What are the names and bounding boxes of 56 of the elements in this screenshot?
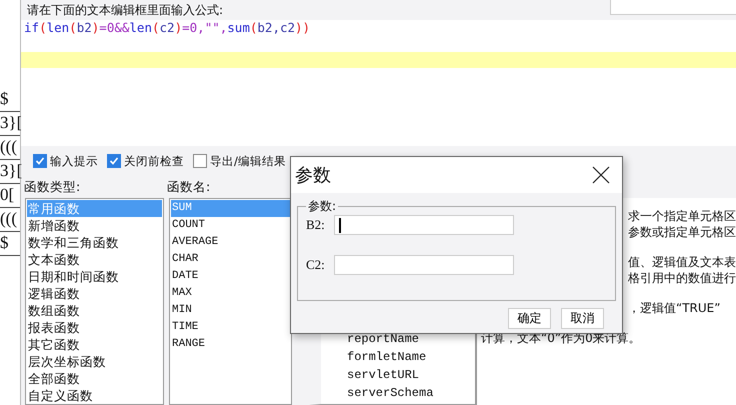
function-type-label: 函数类型: bbox=[24, 178, 82, 196]
tree-item[interactable]: formletName bbox=[347, 348, 475, 366]
description-text: 参数或指定单元格区 bbox=[628, 224, 736, 240]
function-type-item[interactable]: 自定义函数 bbox=[27, 387, 162, 404]
function-type-item[interactable]: 报表函数 bbox=[27, 319, 162, 336]
function-type-item[interactable]: 层次坐标函数 bbox=[27, 353, 162, 370]
function-type-item[interactable]: 其它函数 bbox=[27, 336, 162, 353]
sheet-cell: 3}[ bbox=[0, 160, 20, 184]
option-checkbox[interactable]: 输入提示 bbox=[33, 154, 98, 168]
input-field[interactable] bbox=[334, 255, 514, 275]
field-label: B2: bbox=[306, 217, 326, 233]
function-type-item[interactable]: 日期和时间函数 bbox=[27, 268, 162, 285]
function-name-item[interactable]: RANGE bbox=[171, 336, 290, 353]
function-name-item[interactable]: AVERAGE bbox=[171, 234, 290, 251]
dialog-title: 参数 bbox=[295, 164, 331, 187]
tree-item[interactable]: reportName bbox=[347, 330, 475, 348]
option-checkbox[interactable]: 导出/编辑结果 bbox=[193, 154, 286, 168]
close-icon bbox=[592, 166, 610, 184]
tree-item[interactable]: serverSchema bbox=[347, 384, 475, 402]
sheet-cell: 3}[ bbox=[0, 112, 20, 136]
checkbox-icon[interactable] bbox=[33, 154, 47, 168]
description-text: 求一个指定单元格区 bbox=[628, 208, 736, 224]
option-checkbox[interactable]: 关闭前检查 bbox=[107, 154, 184, 168]
function-type-item[interactable]: 数学和三角函数 bbox=[27, 234, 162, 251]
sheet-cell: 0[ bbox=[0, 184, 20, 208]
sheet-cell: $ bbox=[0, 232, 20, 256]
sheet-cell: $ bbox=[0, 88, 20, 112]
formula-prompt: 请在下面的文本编辑框里面输入公式: bbox=[27, 2, 224, 18]
function-name-item[interactable]: MIN bbox=[171, 302, 290, 319]
tree-item[interactable]: servletURL bbox=[347, 366, 475, 384]
sheet-cell: ((( bbox=[0, 136, 20, 160]
function-name-label: 函数名: bbox=[167, 178, 212, 196]
function-name-item[interactable]: TIME bbox=[171, 319, 290, 336]
formula-code: if(len(b2)=0&&len(c2)=0,"",sum(b2,c2)) bbox=[23, 20, 312, 36]
function-type-item[interactable]: 逻辑函数 bbox=[27, 285, 162, 302]
function-name-item[interactable]: DATE bbox=[171, 268, 290, 285]
dialog-button[interactable]: 确定 bbox=[508, 308, 551, 329]
sheet-cell: ((( bbox=[0, 208, 20, 232]
description-text: 值、逻辑值及文本表 bbox=[628, 254, 736, 270]
checkbox-icon[interactable] bbox=[107, 154, 121, 168]
group-label: 参数: bbox=[307, 198, 338, 215]
function-name-item[interactable]: MAX bbox=[171, 285, 290, 302]
function-type-item[interactable]: 数组函数 bbox=[27, 302, 162, 319]
text-field[interactable] bbox=[610, 0, 736, 15]
function-type-item[interactable]: 全部函数 bbox=[27, 370, 162, 387]
field-label: C2: bbox=[306, 257, 326, 273]
description-text: ，逻辑值“TRUE” bbox=[628, 300, 722, 316]
function-name-item[interactable]: CHAR bbox=[171, 251, 290, 268]
function-name-item[interactable]: COUNT bbox=[171, 217, 290, 234]
description-text: 格引用中的数值进行 bbox=[628, 270, 736, 286]
dialog-button[interactable]: 取消 bbox=[561, 308, 604, 329]
function-type-item[interactable]: 文本函数 bbox=[27, 251, 162, 268]
function-type-item[interactable]: 新增函数 bbox=[27, 217, 162, 234]
checkbox-icon[interactable] bbox=[193, 154, 207, 168]
formula-editor[interactable]: if(len(b2)=0&&len(c2)=0,"",sum(b2,c2)) bbox=[21, 20, 736, 146]
input-field[interactable] bbox=[334, 215, 514, 235]
